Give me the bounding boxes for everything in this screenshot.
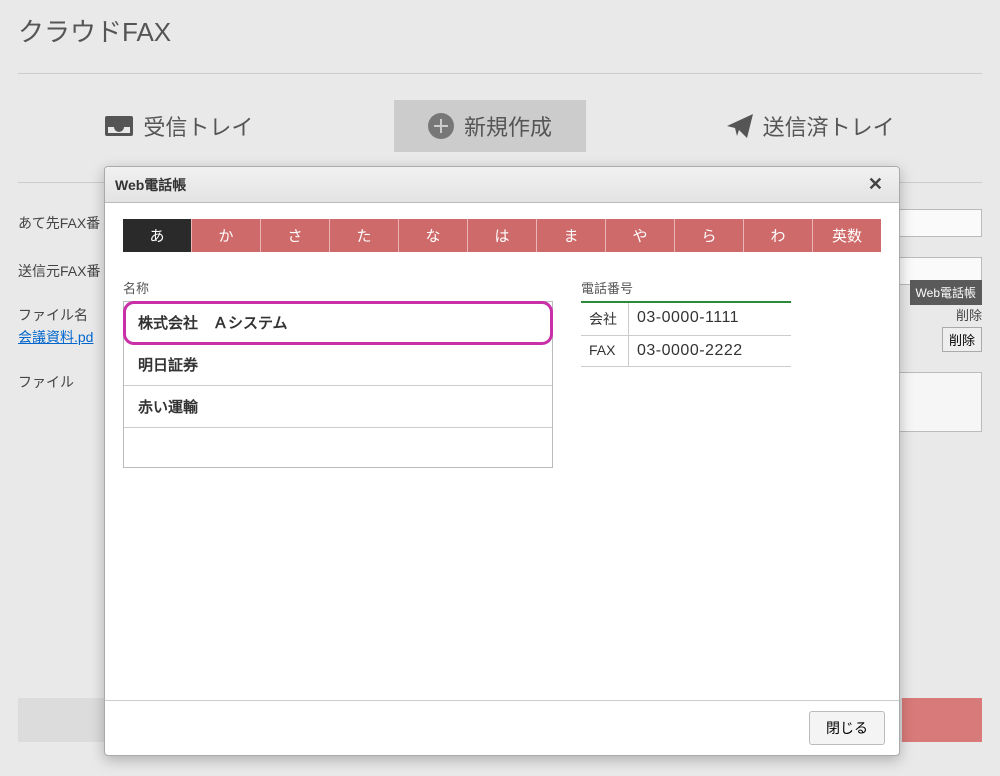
phone-row-company[interactable]: 会社 03-0000-1111 xyxy=(581,303,791,336)
phone-number-fax: 03-0000-2222 xyxy=(629,336,791,366)
delete-header: 削除 xyxy=(938,305,982,325)
kana-tab-ka[interactable]: か xyxy=(192,219,261,252)
phone-column-header: 電話番号 xyxy=(581,278,881,297)
kana-tab-wa[interactable]: わ xyxy=(744,219,813,252)
label-to-fax: あて先FAX番 xyxy=(18,213,118,233)
name-row-0[interactable]: 株式会社 Ａシステム xyxy=(124,302,552,344)
phone-label-company: 会社 xyxy=(581,303,629,335)
phone-number-company: 03-0000-1111 xyxy=(629,303,791,335)
tab-sent-label: 送信済トレイ xyxy=(763,110,895,142)
name-row-2[interactable]: 赤い運輸 xyxy=(124,386,552,428)
phone-label-fax: FAX xyxy=(581,336,629,366)
name-row-empty[interactable] xyxy=(124,428,552,467)
label-file: ファイル xyxy=(18,372,118,392)
kana-tab-ha[interactable]: は xyxy=(468,219,537,252)
tab-inbox-label: 受信トレイ xyxy=(143,110,253,142)
delete-file-button[interactable]: 削除 xyxy=(942,327,982,352)
tab-inbox[interactable]: 受信トレイ xyxy=(71,100,287,152)
modal-close-button[interactable]: 閉じる xyxy=(809,711,885,745)
phone-table: 会社 03-0000-1111 FAX 03-0000-2222 xyxy=(581,301,791,367)
kana-tab-ya[interactable]: や xyxy=(606,219,675,252)
kana-tab-ma[interactable]: ま xyxy=(537,219,606,252)
phone-row-fax[interactable]: FAX 03-0000-2222 xyxy=(581,336,791,367)
tab-new[interactable]: 新規作成 xyxy=(394,100,586,152)
kana-tab-ra[interactable]: ら xyxy=(675,219,744,252)
plus-circle-icon xyxy=(428,113,454,139)
close-icon[interactable]: ✕ xyxy=(862,173,889,196)
tab-sent[interactable]: 送信済トレイ xyxy=(693,100,929,152)
kana-tab-a[interactable]: あ xyxy=(123,219,192,252)
name-column-header: 名称 xyxy=(123,278,553,297)
kana-tab-sa[interactable]: さ xyxy=(261,219,330,252)
main-tabs: 受信トレイ 新規作成 送信済トレイ xyxy=(18,100,982,152)
kana-tabs: あ か さ た な は ま や ら わ 英数 xyxy=(123,219,881,252)
web-phonebook-modal: Web電話帳 ✕ あ か さ た な は ま や ら わ 英数 名称 xyxy=(104,166,900,756)
bottom-strip-right[interactable] xyxy=(902,698,982,742)
divider xyxy=(18,73,982,74)
inbox-icon xyxy=(105,116,133,136)
name-list: 株式会社 Ａシステム 明日証券 赤い運輸 xyxy=(123,301,553,468)
tab-new-label: 新規作成 xyxy=(464,110,552,142)
name-row-1[interactable]: 明日証券 xyxy=(124,344,552,386)
label-from-fax: 送信元FAX番 xyxy=(18,261,118,281)
modal-title: Web電話帳 xyxy=(115,175,186,195)
paper-plane-icon xyxy=(727,114,753,138)
web-phonebook-button[interactable]: Web電話帳 xyxy=(910,280,982,305)
kana-tab-na[interactable]: な xyxy=(399,219,468,252)
kana-tab-ta[interactable]: た xyxy=(330,219,399,252)
page-title: クラウドFAX xyxy=(18,12,982,49)
kana-tab-eisu[interactable]: 英数 xyxy=(813,219,881,252)
label-filename: ファイル名 xyxy=(18,305,118,325)
